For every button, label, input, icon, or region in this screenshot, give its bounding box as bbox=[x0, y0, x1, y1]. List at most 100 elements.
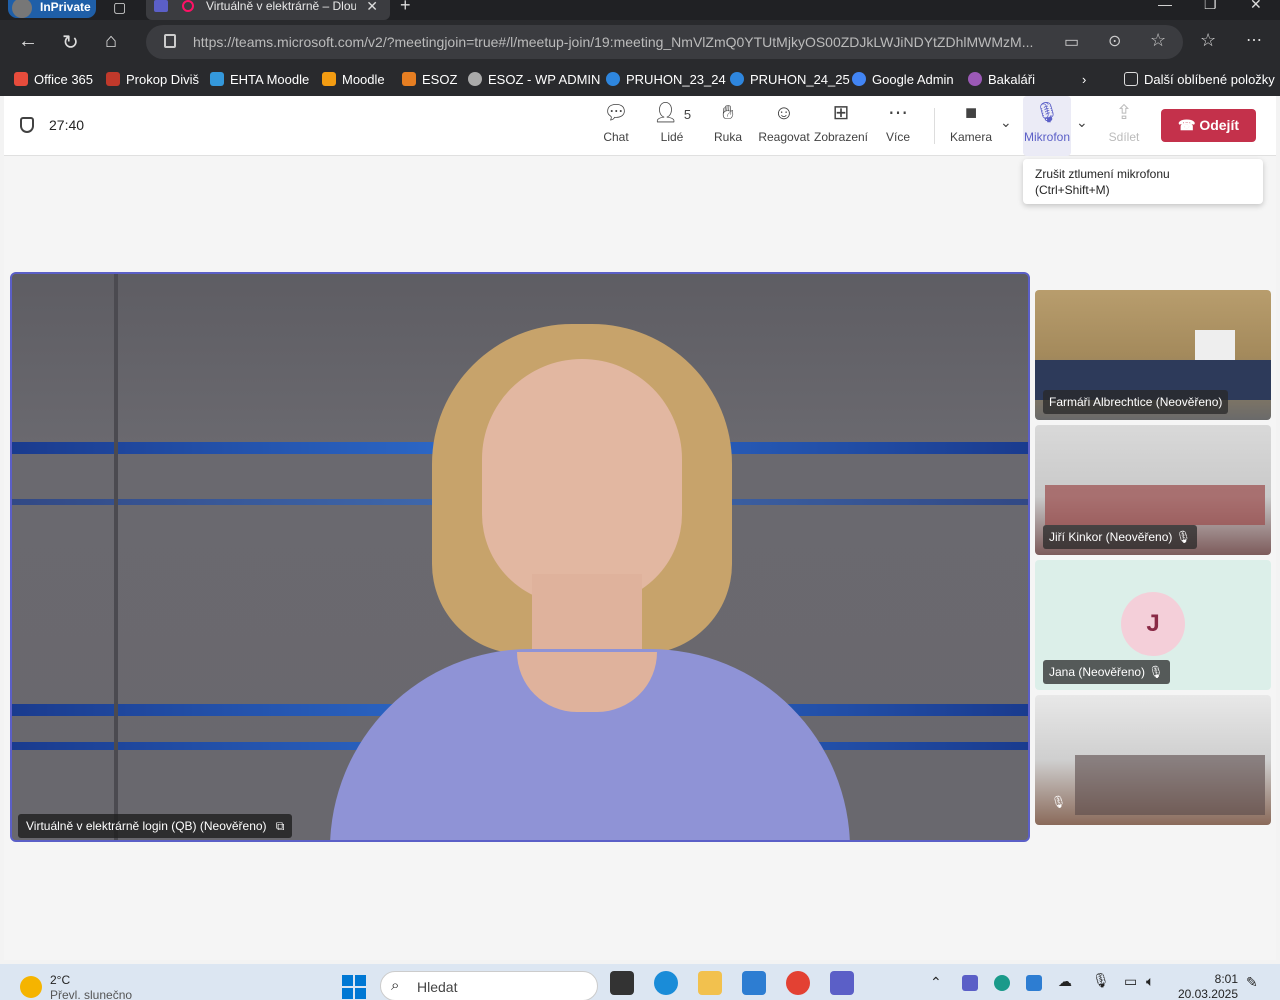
new-tab-icon[interactable]: + bbox=[400, 0, 411, 14]
participant-name: Farmáři Albrechtice (Neověřeno) bbox=[1043, 390, 1229, 414]
people-icon: 👤︎ 5 bbox=[652, 102, 692, 124]
settings-more-icon[interactable]: ⋯ bbox=[1246, 30, 1262, 50]
fav-office365[interactable]: Office 365 bbox=[14, 70, 93, 88]
lock-icon bbox=[164, 34, 176, 48]
more-icon: ⋯ bbox=[888, 102, 908, 124]
weather-temp[interactable]: 2°C bbox=[50, 973, 70, 987]
restore-icon[interactable]: ❐ bbox=[1204, 0, 1217, 13]
ehta-icon bbox=[210, 72, 224, 86]
react-button[interactable]: ☺ Reagovat bbox=[752, 96, 816, 156]
fav-google-admin[interactable]: Google Admin bbox=[852, 70, 954, 88]
share-icon: ⇪ bbox=[1115, 102, 1133, 124]
fav-esoz[interactable]: ESOZ bbox=[402, 70, 457, 88]
participant-name: Jiří Kinkor (Neověřeno) 🎙︎ bbox=[1043, 525, 1197, 549]
window-close-icon[interactable]: ✕ bbox=[1250, 0, 1262, 13]
people-button[interactable]: 👤︎ 5 Lidé bbox=[640, 96, 704, 156]
leave-button[interactable]: ☎︎ Odejít bbox=[1161, 109, 1256, 142]
task-view-icon[interactable] bbox=[610, 971, 634, 995]
main-video-tile[interactable]: Virtuálně v elektrárně login (QB) (Neově… bbox=[10, 272, 1030, 842]
fav-prokop[interactable]: Prokop Diviš bbox=[106, 70, 199, 88]
profile-avatar bbox=[12, 0, 32, 18]
mic-tray-icon[interactable]: 🎙︎ bbox=[1092, 972, 1110, 989]
file-explorer-icon[interactable] bbox=[698, 971, 722, 995]
view-button[interactable]: ⊞ Zobrazení bbox=[809, 96, 873, 156]
more-button[interactable]: ⋯ Více bbox=[866, 96, 930, 156]
teams-tray-icon[interactable] bbox=[962, 975, 978, 991]
back-icon[interactable]: ← bbox=[18, 30, 38, 53]
teams-icon[interactable] bbox=[830, 971, 854, 995]
camera-permission-icon[interactable]: ▭ bbox=[1064, 32, 1079, 52]
speaker-video bbox=[12, 274, 1028, 840]
wordpress-icon bbox=[468, 72, 482, 86]
chevron-right-icon[interactable]: › bbox=[1082, 70, 1086, 88]
camera-icon: ■ bbox=[964, 102, 978, 124]
mic-options-chevron-icon[interactable]: ⌄ bbox=[1076, 114, 1088, 131]
fav-ehta-moodle[interactable]: EHTA Moodle bbox=[210, 70, 309, 88]
chat-button[interactable]: 💬︎ Chat bbox=[584, 96, 648, 156]
phone-hangup-icon: ☎︎ bbox=[1178, 117, 1200, 133]
mic-tooltip: Zrušit ztlumení mikrofonu (Ctrl+Shift+M) bbox=[1023, 159, 1263, 204]
volume-icon[interactable]: 🔈︎ bbox=[1146, 973, 1154, 990]
participant-tile[interactable]: Farmáři Albrechtice (Neověřeno) bbox=[1035, 290, 1271, 420]
minimize-icon[interactable]: — bbox=[1158, 0, 1172, 12]
microphone-button[interactable]: 🎙︎ Mikrofon bbox=[1023, 96, 1071, 156]
person-face bbox=[482, 359, 682, 604]
smiley-icon: ☺ bbox=[773, 102, 795, 124]
favorite-star-icon[interactable]: ☆ bbox=[1150, 30, 1166, 51]
weather-description: Převl. slunečno bbox=[50, 988, 133, 1000]
tab-title: Virtuálně v elektrárně – Dloul bbox=[206, 0, 356, 12]
onedrive-icon bbox=[606, 72, 620, 86]
start-icon[interactable] bbox=[342, 975, 366, 999]
fav-bakalari[interactable]: Bakaláři bbox=[968, 70, 1035, 88]
teams-meeting-window: 27:40 💬︎ Chat 👤︎ 5 Lidé ✋︎ Ruka ☺ Reagovat ⊞… bbox=[4, 96, 1276, 960]
refresh-icon[interactable]: ↻ bbox=[62, 30, 79, 55]
search-placeholder: Hledat bbox=[417, 979, 458, 995]
store-icon[interactable] bbox=[742, 971, 766, 995]
search-box[interactable]: ⌕ Hledat bbox=[380, 971, 598, 1000]
close-tab-icon[interactable]: ✕ bbox=[366, 0, 378, 15]
network-icon[interactable]: ▭ bbox=[1124, 973, 1137, 990]
clock-date[interactable]: 20.03.2025 bbox=[1170, 987, 1238, 1000]
students bbox=[1045, 485, 1265, 525]
weather-icon[interactable] bbox=[20, 976, 42, 998]
windows-taskbar: 2°C Převl. slunečno ⌕ Hledat ⌃ ☁ 🎙︎ ▭ 🔈︎… bbox=[0, 964, 1280, 1000]
clock-time[interactable]: 8:01 bbox=[1180, 972, 1238, 986]
poster bbox=[1195, 330, 1235, 360]
cloud-icon[interactable]: ☁ bbox=[1058, 973, 1072, 990]
screen-share-icon: ⧉ bbox=[275, 819, 285, 833]
favorites-icon[interactable]: ☆ bbox=[1200, 30, 1216, 51]
inprivate-badge[interactable]: InPrivate bbox=[8, 0, 96, 18]
address-field[interactable]: https://teams.microsoft.com/v2/?meetingj… bbox=[146, 25, 1183, 59]
fav-pruhon-2425[interactable]: PRUHON_24_25 bbox=[730, 70, 850, 88]
camera-button[interactable]: ■ Kamera bbox=[939, 96, 1003, 156]
other-favorites[interactable]: Další oblíbené položky bbox=[1124, 70, 1275, 88]
camera-options-chevron-icon[interactable]: ⌄ bbox=[1000, 114, 1012, 131]
main-speaker-nametag: Virtuálně v elektrárně login (QB) (Neově… bbox=[18, 814, 293, 838]
notification-icon[interactable]: ✎ bbox=[1246, 974, 1258, 991]
home-icon[interactable]: ⌂ bbox=[105, 30, 117, 53]
fav-pruhon-2324[interactable]: PRUHON_23_24 bbox=[606, 70, 726, 88]
inprivate-label: InPrivate bbox=[40, 0, 91, 14]
security-icon[interactable] bbox=[1026, 975, 1042, 991]
active-tab[interactable]: Virtuálně v elektrárně – Dloul ✕ bbox=[146, 0, 390, 20]
raise-hand-button[interactable]: ✋︎ Ruka bbox=[696, 96, 760, 156]
mic-muted-icon: 🎙︎ bbox=[1175, 530, 1191, 544]
url-text: https://teams.microsoft.com/v2/?meetingj… bbox=[193, 34, 1034, 50]
edge-icon[interactable] bbox=[654, 971, 678, 995]
folder-icon bbox=[1124, 72, 1138, 86]
search-icon: ⌕ bbox=[391, 977, 400, 994]
fav-esoz-wp[interactable]: ESOZ - WP ADMIN bbox=[468, 70, 600, 88]
chevron-up-icon[interactable]: ⌃ bbox=[930, 974, 942, 991]
more-icon[interactable]: ⊙ bbox=[1108, 31, 1121, 51]
edge-tray-icon[interactable] bbox=[994, 975, 1010, 991]
tab-actions-icon[interactable]: ▢ bbox=[113, 0, 126, 14]
participant-tile[interactable]: J Jana (Neověřeno) 🎙︎ bbox=[1035, 560, 1271, 690]
office-icon bbox=[14, 72, 28, 86]
share-button[interactable]: ⇪ Sdílet bbox=[1092, 96, 1156, 156]
onedrive-icon bbox=[730, 72, 744, 86]
mic-muted-icon: 🎙︎ bbox=[1148, 665, 1164, 679]
chrome-icon[interactable] bbox=[786, 971, 810, 995]
participant-tile[interactable]: 🎙︎ bbox=[1035, 695, 1271, 825]
fav-moodle[interactable]: Moodle bbox=[322, 70, 385, 88]
participant-tile[interactable]: Jiří Kinkor (Neověřeno) 🎙︎ bbox=[1035, 425, 1271, 555]
